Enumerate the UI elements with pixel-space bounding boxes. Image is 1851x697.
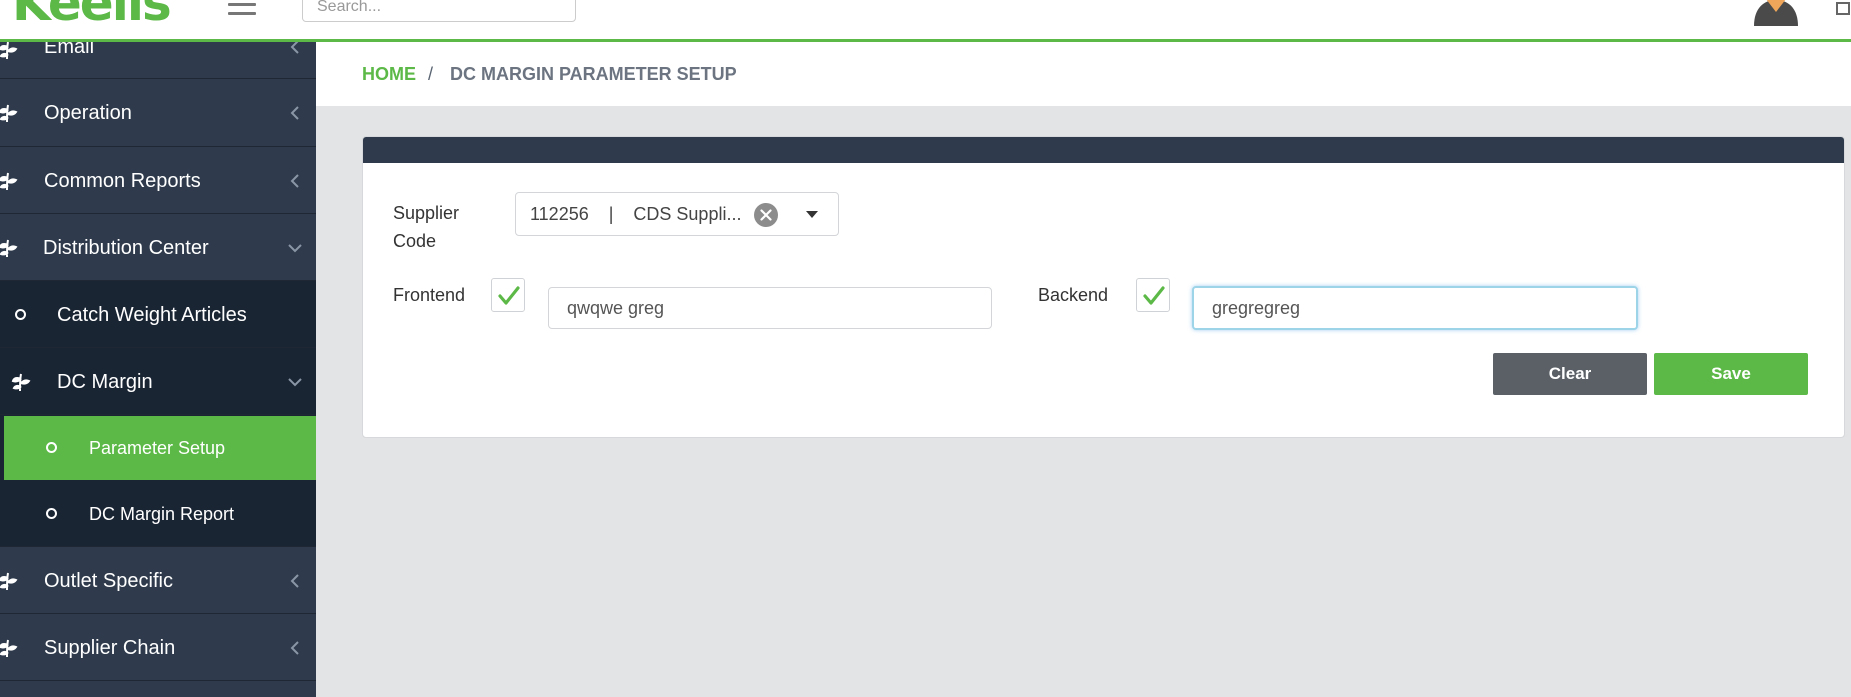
sidebar-item-label: Parameter Setup: [89, 438, 226, 458]
sidebar-item-outlet-specific[interactable]: Outlet Specific: [0, 547, 316, 614]
checkmark-icon: [1143, 286, 1165, 305]
sidebar-item-distribution-center[interactable]: Distribution Center: [0, 214, 316, 281]
dropdown-caret-icon[interactable]: [806, 211, 818, 218]
supplier-label-line2: Code: [393, 231, 437, 251]
leaf-icon: [0, 239, 18, 258]
sidebar-item-label: DC Margin Report: [89, 504, 235, 524]
save-button[interactable]: Save: [1654, 353, 1808, 395]
backend-input[interactable]: [1192, 286, 1638, 330]
breadcrumb-separator: /: [428, 64, 434, 84]
circle-icon: [15, 309, 26, 320]
chevron-down-icon: [288, 244, 302, 253]
user-avatar-icon[interactable]: [1752, 0, 1800, 26]
backend-checkbox[interactable]: [1136, 278, 1170, 312]
supplier-code-value: 112256 | CDS Suppli...: [530, 204, 742, 224]
frontend-label: Frontend: [393, 285, 466, 305]
sidebar: Email Operation Common Reports Distribut…: [0, 37, 316, 697]
supplier-code-label: Supplier Code: [393, 199, 459, 255]
supplier-code-select[interactable]: 112256 | CDS Suppli...: [515, 192, 839, 236]
leaf-icon: [0, 572, 18, 591]
sidebar-item-label: Operation: [44, 102, 132, 124]
top-header: Keells: [0, 0, 1851, 42]
chevron-left-icon: [290, 174, 299, 188]
chevron-left-icon: [290, 574, 299, 588]
sidebar-item-label: Supplier Chain: [44, 637, 176, 659]
chevron-down-icon: [288, 378, 302, 387]
sidebar-item-label: Catch Weight Articles: [57, 304, 247, 326]
search-input[interactable]: [302, 0, 576, 22]
clear-button[interactable]: Clear: [1493, 353, 1647, 395]
sidebar-item-dc-margin-report[interactable]: DC Margin Report: [0, 481, 316, 547]
leaf-icon: [0, 41, 18, 60]
breadcrumb: HOME / DC MARGIN PARAMETER SETUP: [316, 42, 1851, 106]
sidebar-item-label: Outlet Specific: [44, 570, 173, 592]
leaf-icon: [0, 104, 18, 123]
clear-selection-icon[interactable]: [754, 203, 778, 227]
leaf-icon: [0, 172, 18, 191]
chevron-left-icon: [290, 641, 299, 655]
sidebar-item-parameter-setup[interactable]: Parameter Setup: [0, 415, 316, 481]
window-toggle-icon[interactable]: [1836, 2, 1850, 15]
backend-label: Backend: [1038, 285, 1109, 305]
frontend-checkbox[interactable]: [491, 278, 525, 312]
sidebar-item-label: Common Reports: [44, 170, 201, 192]
frontend-input[interactable]: [548, 287, 992, 329]
supplier-label-line1: Supplier: [393, 203, 460, 223]
chevron-left-icon: [290, 106, 299, 120]
sidebar-item-supplier-chain[interactable]: Supplier Chain: [0, 614, 316, 681]
sidebar-item-dc-margin[interactable]: DC Margin: [0, 348, 316, 415]
sidebar-item-common-reports[interactable]: Common Reports: [0, 147, 316, 214]
parameter-setup-card: Supplier Code 112256 | CDS Suppli... Fro…: [362, 136, 1845, 438]
chevron-left-icon: [290, 40, 299, 54]
checkmark-icon: [498, 286, 520, 305]
card-header: [363, 137, 1844, 163]
sidebar-item-catch-weight-articles[interactable]: Catch Weight Articles: [0, 281, 316, 348]
keells-logo[interactable]: Keells: [12, 0, 172, 28]
breadcrumb-home-link[interactable]: HOME: [362, 64, 416, 85]
circle-icon: [46, 508, 57, 519]
hamburger-menu-icon[interactable]: [228, 0, 256, 16]
circle-icon: [46, 442, 57, 453]
leaf-icon: [11, 373, 31, 392]
sidebar-item-label: Distribution Center: [43, 237, 209, 259]
sidebar-item-operation[interactable]: Operation: [0, 79, 316, 147]
leaf-icon: [0, 639, 18, 658]
page-title: DC MARGIN PARAMETER SETUP: [450, 64, 737, 84]
sidebar-item-label: DC Margin: [57, 371, 153, 393]
